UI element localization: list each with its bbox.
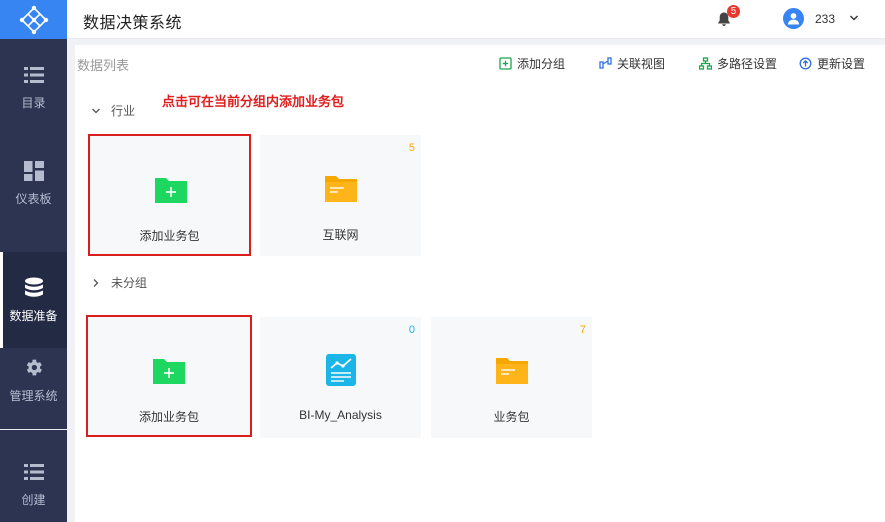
group-header-ungrouped[interactable]: 未分组 bbox=[91, 274, 147, 291]
avatar[interactable] bbox=[783, 8, 804, 29]
card-label: 添加业务包 bbox=[139, 229, 200, 243]
update-settings-button[interactable]: 更新设置 bbox=[799, 55, 865, 72]
folder-icon bbox=[496, 358, 528, 384]
user-icon bbox=[787, 13, 800, 25]
add-folder-icon bbox=[153, 359, 185, 384]
hint-annotation: 点击可在当前分组内添加业务包 bbox=[162, 94, 345, 109]
group-name: 行业 bbox=[111, 104, 136, 118]
add-folder-icon bbox=[155, 178, 187, 203]
sidebar-item-catalog[interactable]: 目录 bbox=[0, 39, 67, 135]
sidebar-item-label: 仪表板 bbox=[15, 191, 52, 206]
card-label: 添加业务包 bbox=[138, 410, 199, 424]
add-group-icon bbox=[499, 57, 512, 70]
sidebar: 目录 仪表板 数据准备 管理系统 创建 bbox=[0, 0, 67, 522]
package-card-bi-analysis[interactable]: 0 BI-My_Analysis bbox=[260, 317, 421, 438]
analysis-icon bbox=[326, 354, 356, 386]
package-card-business[interactable]: 7 业务包 bbox=[431, 317, 592, 438]
list-icon bbox=[23, 461, 45, 483]
app-title: 数据决策系统 bbox=[83, 15, 183, 32]
group-name: 未分组 bbox=[111, 276, 148, 290]
page-title: 数据列表 bbox=[77, 58, 130, 73]
sidebar-item-dashboard[interactable]: 仪表板 bbox=[0, 135, 67, 231]
add-package-card[interactable]: 添加业务包 bbox=[86, 315, 252, 437]
logo-icon bbox=[19, 5, 48, 34]
dashboard-icon bbox=[23, 160, 45, 182]
package-count: 0 bbox=[408, 324, 415, 336]
folder-icon bbox=[325, 176, 357, 202]
package-count: 5 bbox=[408, 142, 415, 154]
list-icon bbox=[23, 64, 45, 86]
package-card-internet[interactable]: 5 互联网 bbox=[260, 135, 421, 256]
card-label: 业务包 bbox=[493, 410, 530, 424]
add-group-button[interactable]: 添加分组 bbox=[499, 55, 565, 72]
gear-icon bbox=[23, 357, 45, 379]
relation-view-button[interactable]: 关联视图 bbox=[599, 55, 665, 72]
sidebar-item-label: 数据准备 bbox=[9, 308, 58, 323]
chevron-right-icon bbox=[91, 278, 101, 288]
add-package-card[interactable]: 添加业务包 bbox=[88, 134, 251, 256]
update-icon bbox=[799, 57, 812, 70]
sidebar-item-create[interactable]: 创建 bbox=[0, 436, 67, 522]
data-list-panel: 数据列表 添加分组 关联视图 多路径设置 更新设置 行业 点击可在当前分组内添加… bbox=[75, 45, 885, 522]
database-icon bbox=[23, 277, 45, 299]
username[interactable]: 233 bbox=[815, 12, 835, 26]
sidebar-item-label: 目录 bbox=[21, 95, 46, 110]
sidebar-item-label: 创建 bbox=[21, 492, 46, 507]
sidebar-item-admin[interactable]: 管理系统 bbox=[0, 332, 67, 428]
chevron-down-icon[interactable] bbox=[849, 13, 859, 23]
sidebar-item-label: 管理系统 bbox=[9, 388, 58, 403]
multipath-settings-button[interactable]: 多路径设置 bbox=[699, 55, 777, 72]
notification-badge: 5 bbox=[727, 5, 740, 18]
multipath-icon bbox=[699, 57, 712, 70]
top-bar: 数据决策系统 5 233 bbox=[67, 0, 885, 39]
sidebar-divider bbox=[0, 429, 67, 430]
card-label: BI-My_Analysis bbox=[299, 408, 382, 422]
package-count: 7 bbox=[579, 324, 586, 336]
chevron-down-icon bbox=[91, 106, 101, 116]
group-header-industry[interactable]: 行业 bbox=[91, 102, 135, 119]
relation-icon bbox=[599, 57, 612, 70]
app-logo[interactable] bbox=[0, 0, 67, 39]
card-label: 互联网 bbox=[322, 228, 359, 242]
